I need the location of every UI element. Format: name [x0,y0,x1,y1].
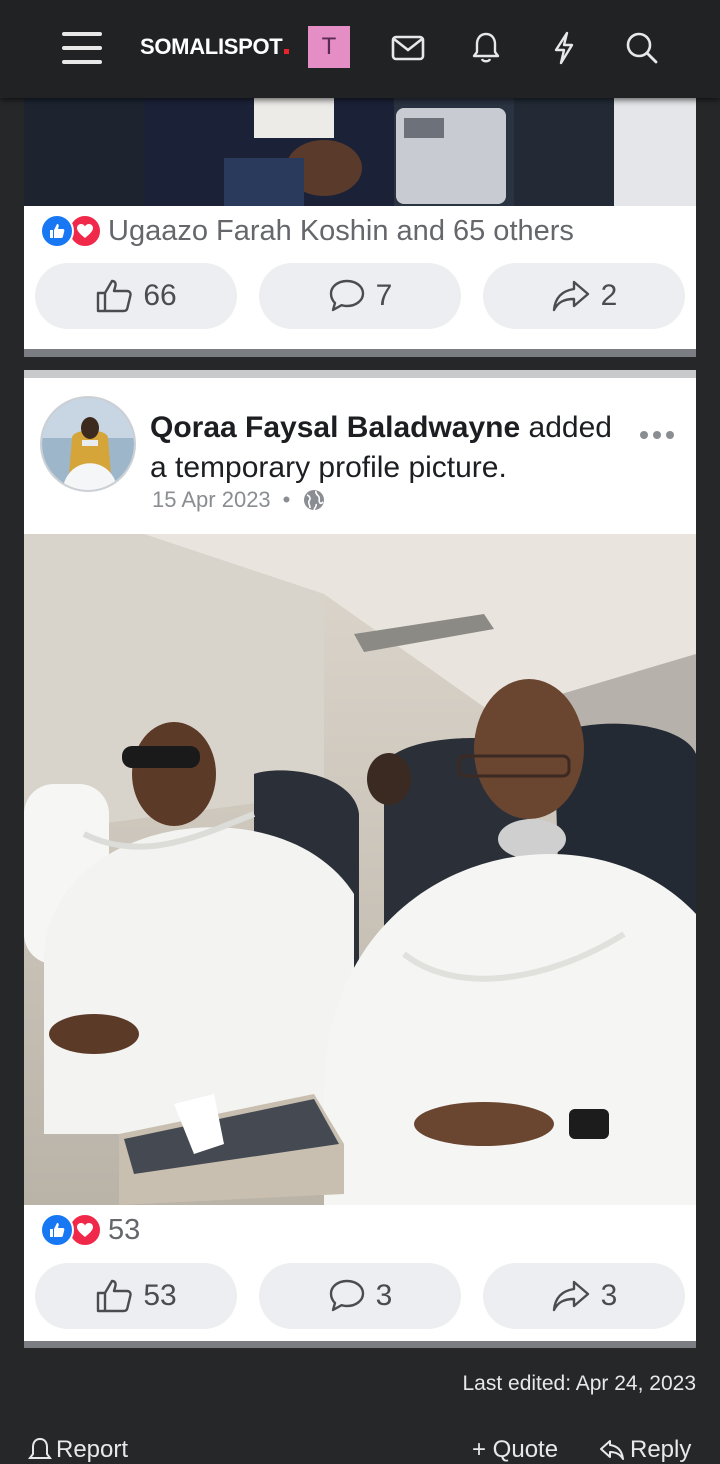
report-link[interactable]: Report [28,1436,128,1464]
share-count: 2 [600,279,618,312]
reply-link[interactable]: Reply [598,1436,691,1464]
last-edited-note: Last edited: Apr 24, 2023 [462,1372,696,1395]
user-avatar[interactable]: T [308,26,350,68]
reply-label: Reply [630,1436,692,1463]
share-button[interactable]: 2 [483,263,685,329]
share-count: 3 [600,1279,618,1312]
quote-label: + Quote [472,1436,559,1463]
comment-button[interactable]: 7 [259,263,461,329]
post1-photo[interactable] [24,98,696,206]
top-navigation-bar: SOMALISPOT T [0,0,720,98]
globe-icon [304,490,325,511]
reply-icon [600,1440,624,1460]
mail-icon[interactable] [382,22,434,74]
like-reaction-icon [40,1213,74,1247]
comment-icon [329,279,364,312]
post1-reactions[interactable]: Ugaazo Farah Koshin and 65 others [40,214,574,248]
share-button[interactable]: 3 [483,1263,685,1329]
like-count: 66 [143,279,177,312]
menu-icon[interactable] [56,22,108,74]
bell-icon [28,1437,52,1459]
post-meta: 15 Apr 2023 • [152,487,326,513]
post-divider [24,1341,696,1348]
like-count: 53 [143,1279,177,1312]
logo-dot [284,49,290,54]
post2-photo[interactable] [24,534,696,1205]
comment-icon [329,1279,364,1312]
lightning-icon[interactable] [538,22,590,74]
meta-separator: • [282,487,291,512]
quote-link[interactable]: + Quote [472,1436,558,1464]
search-icon[interactable] [616,22,668,74]
post-author-line: Qoraa Faysal Baladwayne added a temporar… [150,408,620,488]
like-button[interactable]: 66 [35,263,237,329]
share-icon [552,280,589,312]
reaction-count-text: 53 [108,1213,141,1246]
share-icon [552,1280,589,1312]
author-name[interactable]: Qoraa Faysal Baladwayne [150,411,520,444]
site-logo-text: SOMALISPOT [140,34,283,59]
author-avatar[interactable] [40,396,136,492]
report-label: Report [56,1436,129,1463]
post-date[interactable]: 15 Apr 2023 [152,487,271,513]
comment-button[interactable]: 3 [259,1263,461,1329]
reaction-summary-text: Ugaazo Farah Koshin and 65 others [108,214,574,247]
like-reaction-icon [40,214,74,248]
thumbs-up-icon [97,279,133,313]
like-button[interactable]: 53 [35,1263,237,1329]
bell-icon[interactable] [460,22,512,74]
thumbs-up-icon [97,1279,133,1313]
post-divider [24,349,696,357]
card-top-border [24,370,696,378]
comment-count: 3 [375,1279,393,1312]
site-logo[interactable]: SOMALISPOT [140,34,290,60]
more-options-icon[interactable] [640,431,674,439]
post2-reactions[interactable]: 53 [40,1213,140,1247]
comment-count: 7 [375,279,393,312]
